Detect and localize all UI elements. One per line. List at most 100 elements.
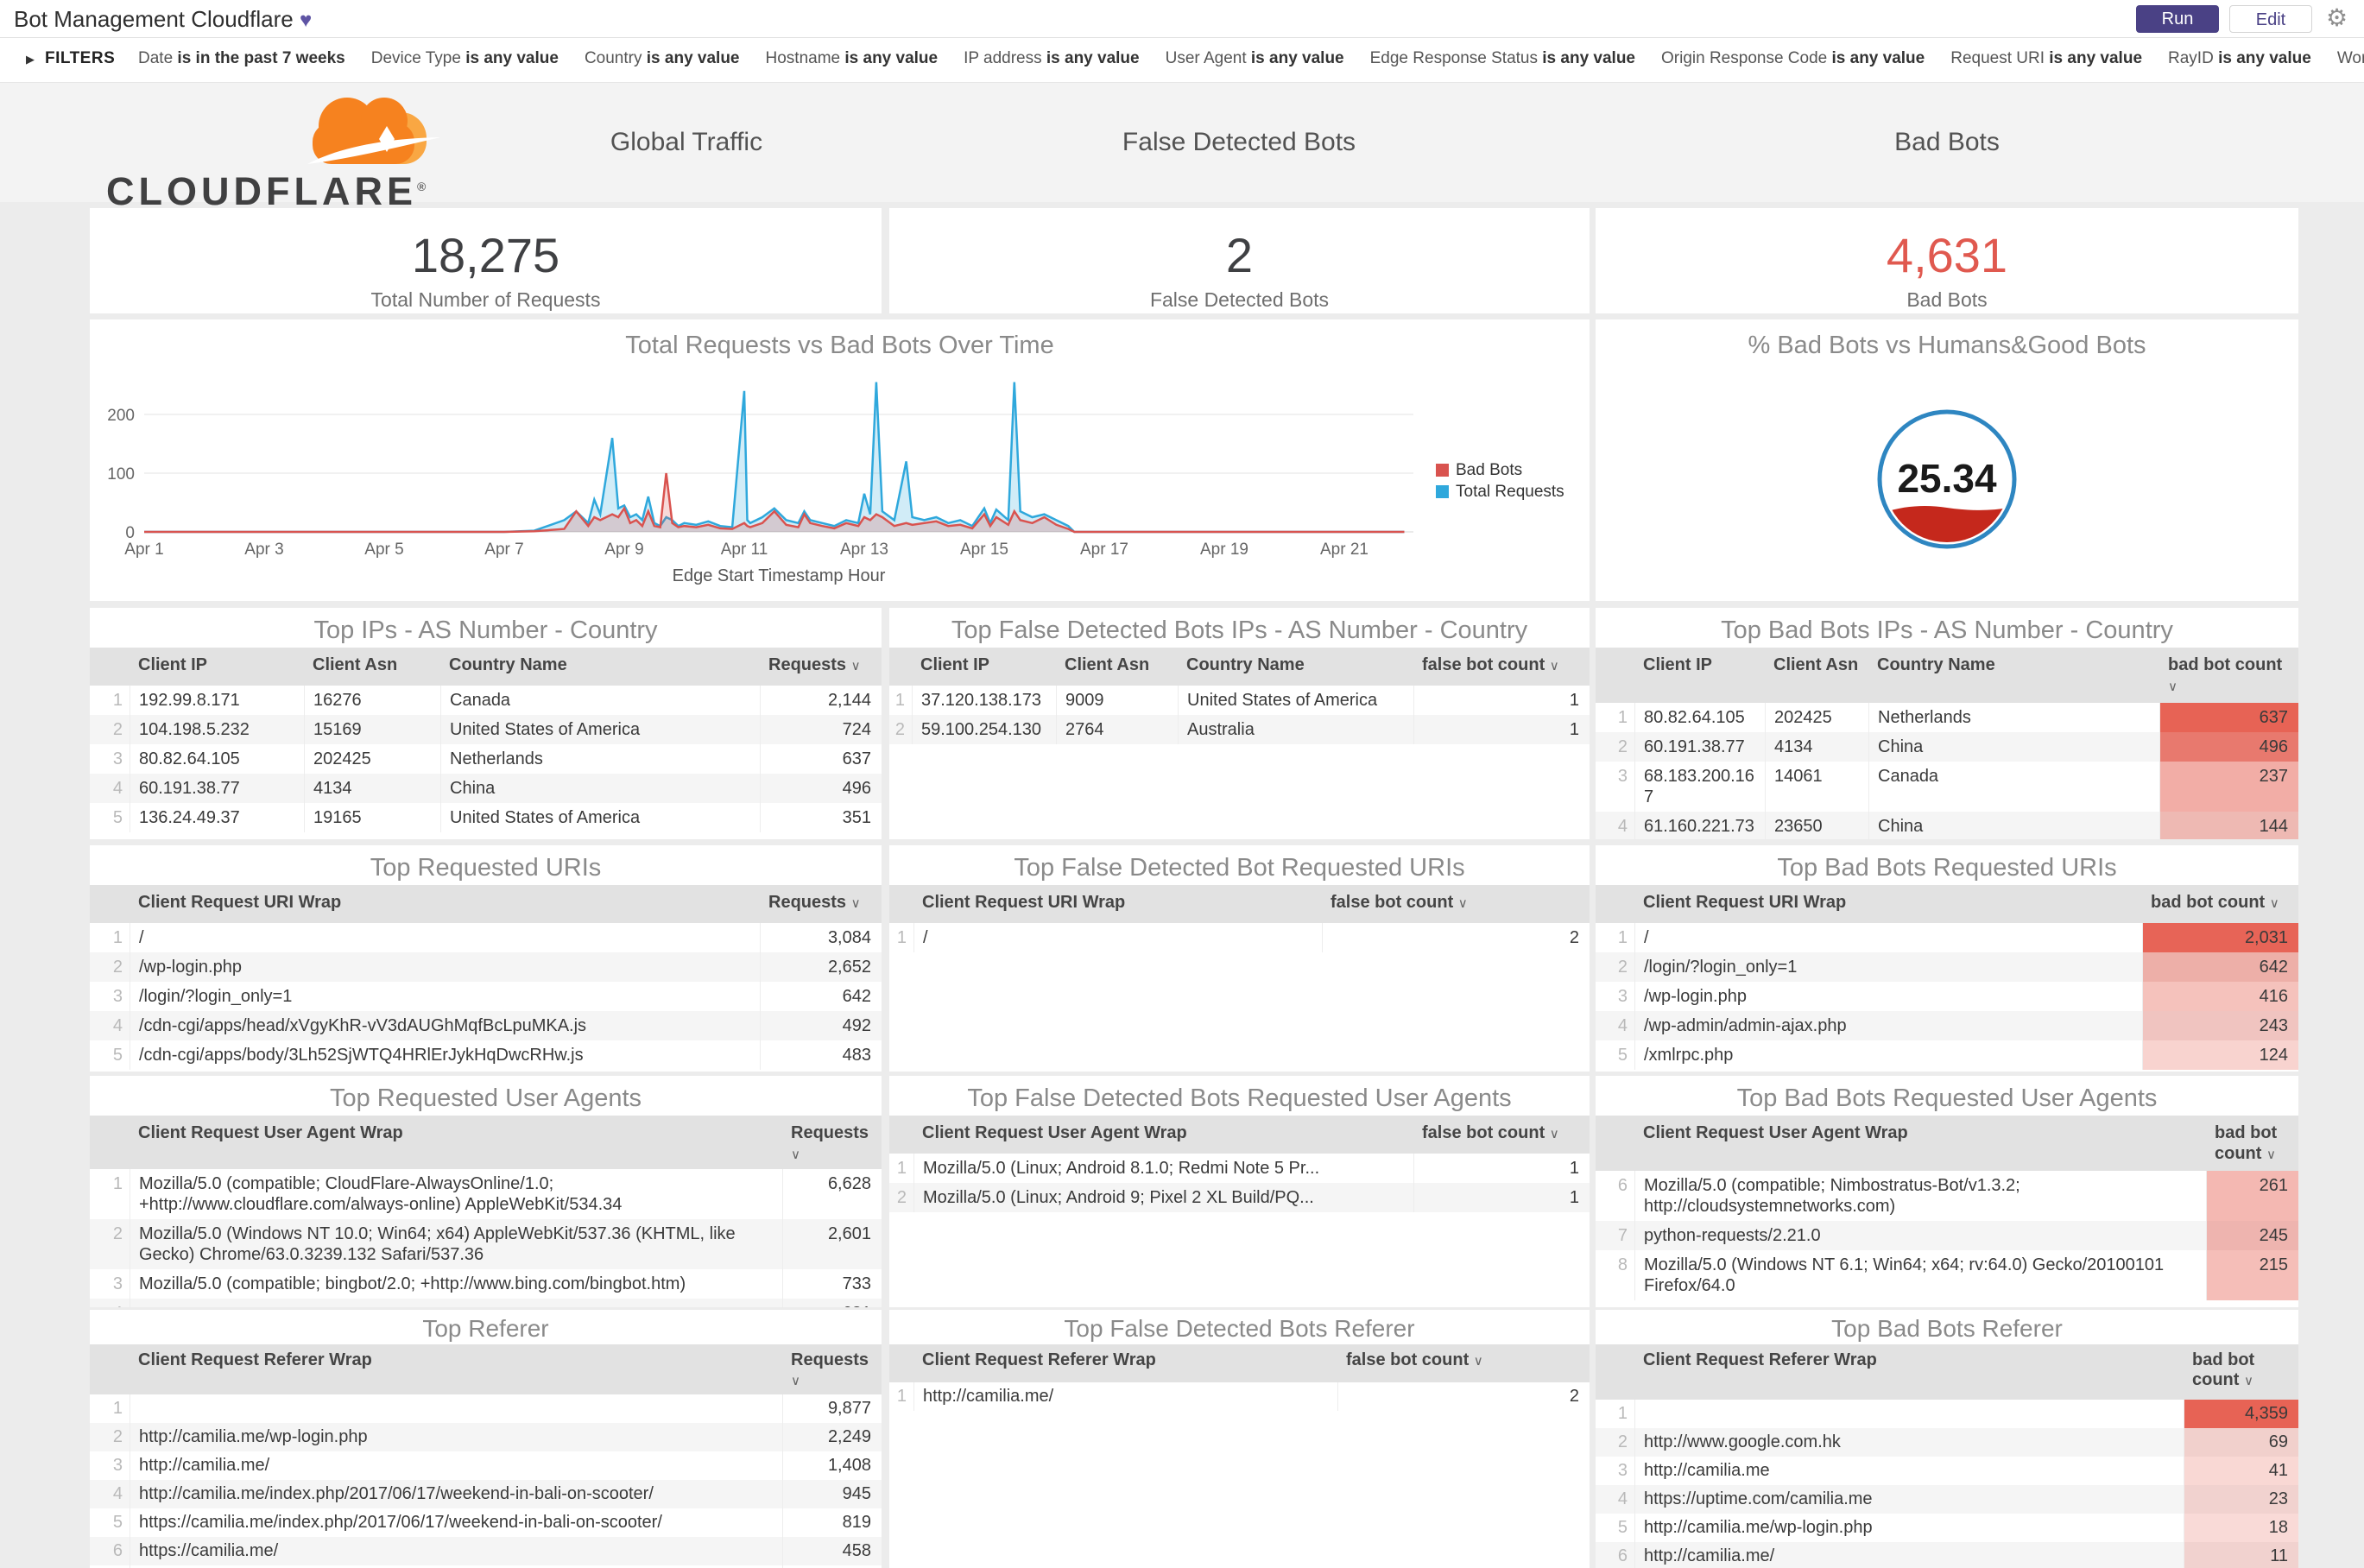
column-header[interactable]: Client Request User Agent Wrap [1634,1116,2206,1171]
table-row: 5 https://camilia.me/index.php/2017/06/17… [90,1508,882,1537]
filter-condition: is any value [465,49,559,67]
filter-item[interactable]: Edge Response Status is any value [1370,49,1635,68]
table-header-row: Client Request User Agent Wrap false bot … [889,1116,1590,1154]
column-header[interactable]: Country Name [1868,648,2159,703]
edit-button[interactable]: Edit [2229,5,2312,33]
sorted-column-header[interactable]: false bot count ∨ [1322,885,1590,923]
y-tick-label: 0 [125,524,135,542]
filter-condition: is any value [2049,49,2143,67]
value-cell: 41 [2184,1457,2298,1485]
column-header[interactable]: Client Asn [1765,648,1868,703]
row-number: 3 [112,1456,123,1475]
row-number: 4 [112,1016,123,1035]
column-header[interactable]: Client Request URI Wrap [130,885,760,923]
row-number: 4 [1617,1489,1628,1508]
table-row: 1 /2,031 [1596,923,2298,952]
table-cell: http://camilia.me/index.php/2017/06/17/w… [130,1480,782,1508]
table-cell: https://camilia.me/ [130,1537,782,1565]
gauge-card: % Bad Bots vs Humans&Good Bots 25.34 [1596,319,2298,601]
value-cell: 2,601 [782,1219,882,1269]
filter-item[interactable]: Origin Response Code is any value [1661,49,1925,68]
row-number: 1 [1617,928,1628,947]
sorted-column-header[interactable]: false bot count ∨ [1413,1116,1590,1154]
table-row: 4 http://camilia.me/index.php/2017/06/17/… [90,1480,882,1508]
table-cell: 202425 [1765,703,1868,732]
sorted-column-header[interactable]: false bot count ∨ [1337,1344,1590,1382]
sorted-column-header[interactable]: false bot count ∨ [1413,648,1590,686]
value-cell: 733 [782,1269,882,1299]
column-header[interactable]: Client Request Referer Wrap [1634,1344,2184,1400]
filters-expand-icon[interactable]: ▶ [26,53,35,66]
row-number: 1 [112,1174,123,1193]
filter-item[interactable]: User Agent is any value [1166,49,1344,68]
column-header[interactable]: Client Request Referer Wrap [913,1344,1337,1382]
row-number: 5 [112,1513,123,1532]
sort-desc-icon: ∨ [850,896,861,911]
sorted-column-header[interactable]: Requests ∨ [760,885,882,923]
table-cell: / [913,923,1322,952]
table-row: 2 Mozilla/5.0 (Linux; Android 9; Pixel 2 … [889,1183,1590,1212]
table-cell: Mozilla/5.0 (Linux; Android 9; Pixel 2 X… [913,1183,1413,1212]
sort-desc-icon: ∨ [791,1374,800,1388]
filter-item[interactable]: Hostname is any value [766,49,939,68]
row-number: 1 [896,1159,907,1178]
table-cell: 9009 [1056,686,1178,715]
table-row: 4/wp-admin/admin-ajax.php 243 [1596,1011,2298,1040]
table-row: 6 https://camilia.me/458 [90,1537,882,1565]
kpi-label: Total Number of Requests [370,288,601,311]
row-number: 5 [112,808,123,827]
filter-item[interactable]: IP address is any value [964,49,1140,68]
row-number-header [90,648,130,686]
value-cell: 637 [2159,703,2298,732]
column-header[interactable]: Client Request User Agent Wrap [913,1116,1413,1154]
column-header[interactable]: Client IP [912,648,1056,686]
table-row: 1 /3,084 [90,923,882,952]
column-header[interactable]: Client Request User Agent Wrap [130,1116,782,1169]
filters-label[interactable]: FILTERS [45,49,115,68]
sorted-column-header[interactable]: Requests ∨ [782,1116,882,1169]
filter-item[interactable]: Device Type is any value [371,49,559,68]
sorted-column-header[interactable]: bad bot count ∨ [2184,1344,2298,1400]
sorted-column-header[interactable]: bad bot count ∨ [2206,1116,2298,1171]
column-header[interactable]: Client Request URI Wrap [913,885,1322,923]
sorted-column-header[interactable]: bad bot count ∨ [2142,885,2298,923]
table-header-row: Client Request Referer Wrap false bot cou… [889,1344,1590,1382]
table-row: 1 4,359 [1596,1400,2298,1428]
row-number-header [90,885,130,923]
sorted-column-header[interactable]: Requests ∨ [760,648,882,686]
column-header[interactable]: Client Asn [304,648,440,686]
table-cell: 60.191.38.77 [130,774,304,803]
table-cell: http://camilia.me/wp-login.php [1634,1514,2184,1542]
row-number-header [90,1344,130,1394]
filter-item[interactable]: Date is in the past 7 weeks [138,49,345,68]
header-band: CLOUDFLARE® Global Traffic False Detecte… [0,83,2364,213]
value-cell: 496 [760,774,882,803]
column-header[interactable]: Country Name [1178,648,1413,686]
filter-item[interactable]: Request URI is any value [1950,49,2142,68]
sort-desc-icon: ∨ [791,1148,800,1162]
filter-item[interactable]: RayID is any value [2168,49,2311,68]
y-tick-label: 100 [107,465,135,484]
column-header[interactable]: Client Asn [1056,648,1178,686]
column-header[interactable]: Country Name [440,648,760,686]
column-header[interactable]: Client IP [130,648,304,686]
row-number: 3 [1617,767,1628,786]
value-cell: 496 [2159,732,2298,762]
table-header-row: Client IP Client Asn Country Name bad bot c… [1596,648,2298,703]
table-cell: 104.198.5.232 [130,715,304,744]
column-header[interactable]: Client IP [1634,648,1765,703]
sorted-column-header[interactable]: bad bot count ∨ [2159,648,2298,703]
gear-icon[interactable]: ⚙ [2326,3,2348,32]
filter-item[interactable]: Worker Subrequest is... [2337,49,2364,68]
column-header[interactable]: Client Request Referer Wrap [130,1344,782,1394]
table-cell: 15169 [304,715,440,744]
column-header[interactable]: Client Request URI Wrap [1634,885,2142,923]
table-cell: United States of America [440,715,760,744]
page-title: Bot Management Cloudflare ♥ [14,6,312,33]
sorted-column-header[interactable]: Requests ∨ [782,1344,882,1394]
table-row: 5 http://camilia.me/wp-login.php 18 [1596,1514,2298,1542]
run-button[interactable]: Run [2136,5,2219,33]
x-tick-label: Apr 1 [124,541,163,559]
value-cell: 492 [760,1011,882,1040]
filter-item[interactable]: Country is any value [585,49,740,68]
